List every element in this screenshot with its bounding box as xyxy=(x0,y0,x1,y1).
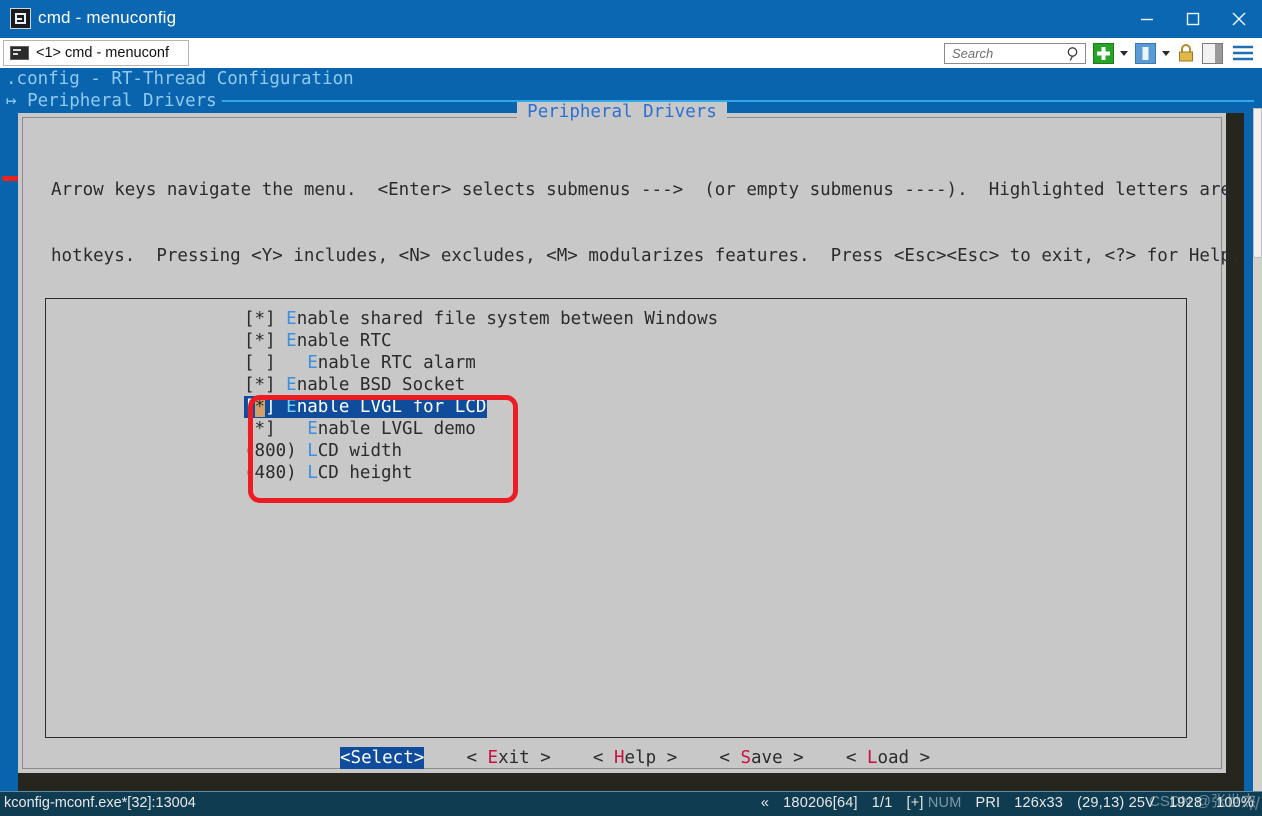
new-console-dropdown-icon[interactable] xyxy=(1120,50,1128,56)
menu-item[interactable]: [ ] Enable RTC alarm xyxy=(244,352,718,374)
new-console-icon[interactable] xyxy=(1093,42,1114,64)
status-pages: 1/1 xyxy=(871,795,893,811)
lock-icon[interactable] xyxy=(1177,43,1195,63)
console-area: .config - RT-Thread Configuration ↦ Peri… xyxy=(0,68,1262,791)
menu-item[interactable]: [*] Enable shared file system between Wi… xyxy=(244,308,718,330)
title-bar: cmd - menuconfig xyxy=(0,0,1262,38)
minimize-icon[interactable] xyxy=(1124,0,1170,38)
status-process: kconfig-mconf.exe*[32]:13004 xyxy=(4,795,196,811)
config-header-line: .config - RT-Thread Configuration xyxy=(6,69,354,89)
search-icon[interactable] xyxy=(1066,46,1081,67)
dialog-button[interactable]: < Save > xyxy=(719,748,803,768)
status-zoom: 100% xyxy=(1216,795,1254,811)
window-title: cmd - menuconfig xyxy=(38,8,177,27)
close-icon[interactable] xyxy=(1216,0,1262,38)
window-controls xyxy=(1124,0,1262,38)
dialog-button[interactable]: < Help > xyxy=(593,748,677,768)
toolbar xyxy=(944,38,1258,68)
menu-item[interactable]: [*] Enable BSD Socket xyxy=(244,374,718,396)
status-marker: « xyxy=(760,795,770,811)
dialog-button[interactable]: < Exit > xyxy=(466,748,550,768)
dialog-title: Peripheral Drivers xyxy=(18,102,1226,122)
button-hotkey-letter: L xyxy=(866,748,878,768)
watermark-slashes: // xyxy=(1249,794,1260,814)
active-console-dropdown-icon[interactable] xyxy=(1162,50,1170,56)
hotkey-letter: E xyxy=(307,353,318,373)
conemu-window: cmd - menuconfig <1> cmd - menuconf Sear… xyxy=(0,0,1262,816)
active-console-icon[interactable] xyxy=(1135,42,1156,64)
dialog-title-text: Peripheral Drivers xyxy=(517,102,727,122)
maximize-icon[interactable] xyxy=(1170,0,1216,38)
menu-item[interactable]: [*] Enable LVGL for LCD xyxy=(244,396,488,418)
console-app-icon xyxy=(10,8,31,29)
split-pane-icon[interactable] xyxy=(1202,42,1223,64)
dialog-button[interactable]: <Select> xyxy=(340,747,425,769)
hotkey-letter: E xyxy=(286,331,297,351)
status-size: 126x33 xyxy=(1014,795,1064,811)
tab-cmd-menuconf[interactable]: <1> cmd - menuconf xyxy=(3,40,189,66)
dialog-button[interactable]: < Load > xyxy=(846,748,930,768)
status-build: 180206[64] xyxy=(783,795,858,811)
button-hotkey-letter: H xyxy=(614,748,625,768)
status-num: NUM xyxy=(927,795,962,811)
help-line-2: hotkeys. Pressing <Y> includes, <N> excl… xyxy=(51,246,1242,266)
console-icon xyxy=(10,46,29,60)
scrollbar-thumb[interactable] xyxy=(1253,108,1262,258)
button-hotkey-letter: E xyxy=(487,748,499,768)
tab-label: <1> cmd - menuconf xyxy=(36,45,169,61)
status-cursor: (29,13) 25V xyxy=(1077,795,1156,811)
help-line-1: Arrow keys navigate the menu. <Enter> se… xyxy=(51,180,1232,200)
search-input[interactable] xyxy=(950,44,1066,62)
status-bar: kconfig-mconf.exe*[32]:13004 « 180206[64]… xyxy=(0,791,1262,816)
button-row: <Select> < Exit > < Help > < Save > < Lo… xyxy=(340,747,930,769)
hotkey-letter: E xyxy=(307,419,318,439)
hotkey-letter: L xyxy=(307,441,318,461)
status-lines: 1928 xyxy=(1169,795,1203,811)
search-box[interactable] xyxy=(944,42,1086,67)
hotkey-letter: E xyxy=(286,375,297,395)
menu-item[interactable]: [*] Enable RTC xyxy=(244,330,718,352)
hotkey-letter: E xyxy=(286,397,297,417)
hotkey-letter: E xyxy=(286,309,297,329)
button-hotkey-letter: S xyxy=(740,748,752,768)
menu-item[interactable]: (800) LCD width xyxy=(244,440,718,462)
cursor-block: * xyxy=(254,397,266,417)
menuconfig-dialog: Peripheral Drivers Arrow keys navigate t… xyxy=(18,102,1242,773)
hamburger-menu-icon[interactable] xyxy=(1232,44,1254,62)
menu-listbox[interactable]: [*] Enable shared file system between Wi… xyxy=(45,298,1187,738)
status-info: « 180206[64] 1/1 [+] NUM PRI 126x33 (29,13) 25… xyxy=(761,795,1254,811)
menu-item[interactable]: (480) LCD height xyxy=(244,462,718,484)
hotkey-letter: L xyxy=(307,463,318,483)
console-scrollbar[interactable] xyxy=(1253,108,1262,791)
menu-item-list: [*] Enable shared file system between Wi… xyxy=(244,308,718,484)
menu-item[interactable]: [*] Enable LVGL demo xyxy=(244,418,718,440)
status-pri: PRI xyxy=(975,795,1001,811)
status-plus: [+] xyxy=(906,795,924,811)
